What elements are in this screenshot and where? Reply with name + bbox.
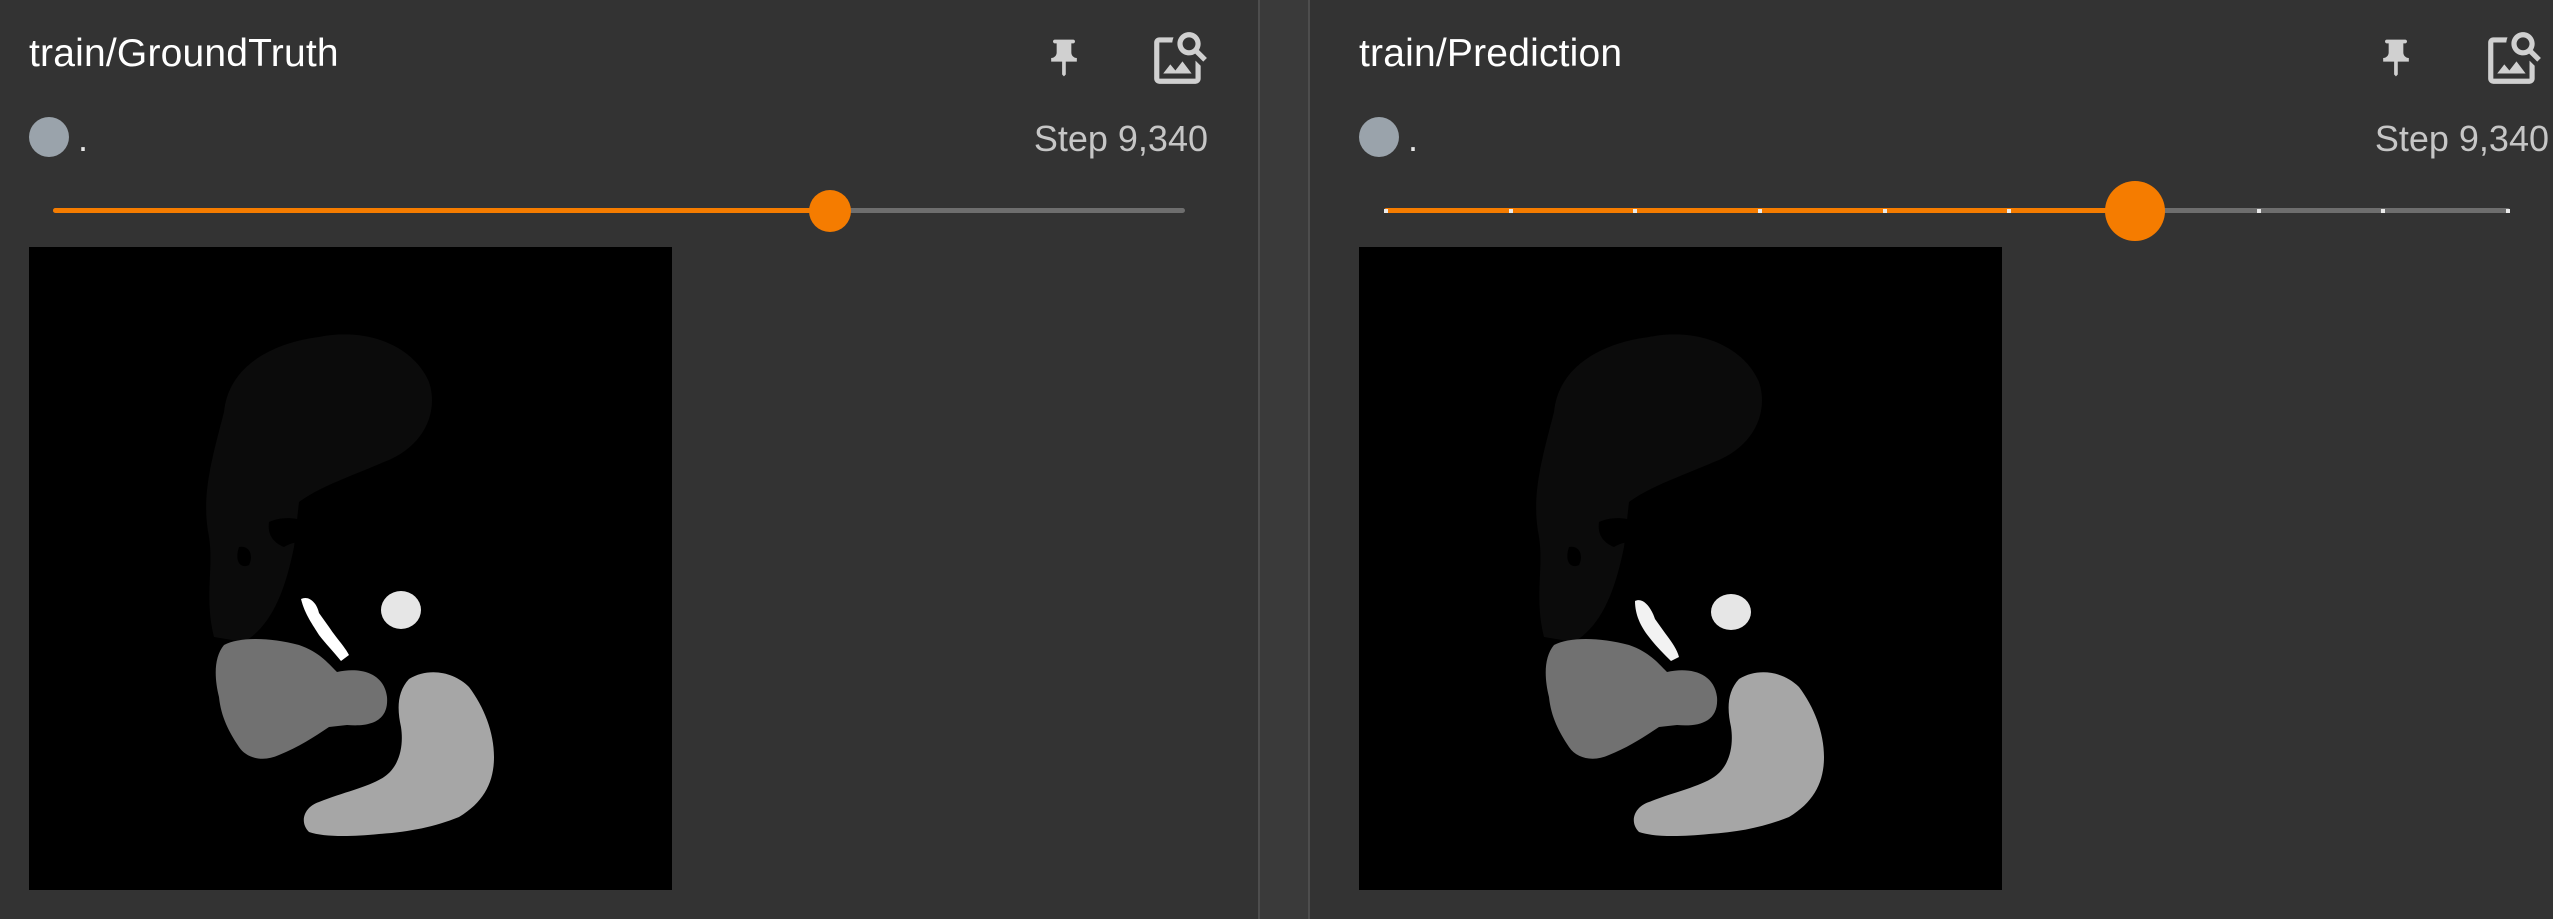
- step-slider[interactable]: [1384, 181, 2510, 241]
- image-card-prediction: train/Prediction . Step 9,340: [1310, 0, 2553, 919]
- image-search-icon: [1154, 32, 1207, 84]
- slider-tick: [2257, 209, 2261, 213]
- pin-icon: [1051, 39, 1077, 77]
- slider-tick: [1883, 209, 1887, 213]
- slider-tick: [1384, 209, 1388, 213]
- run-name: .: [1408, 118, 1419, 159]
- run-name: .: [78, 118, 89, 159]
- slider-thumb[interactable]: [809, 190, 851, 232]
- prediction-segmentation-image[interactable]: [1359, 247, 2002, 890]
- panel-divider-line-left: [1258, 0, 1260, 919]
- slider-tick: [1633, 209, 1637, 213]
- slider-tick: [2381, 209, 2385, 213]
- view-image-button[interactable]: [2482, 24, 2546, 92]
- step-label: Step 9,340: [1033, 118, 1208, 159]
- card-title: train/GroundTruth: [29, 32, 339, 75]
- step-label: Step 9,340: [2374, 118, 2549, 159]
- pin-button[interactable]: [1032, 24, 1096, 92]
- pin-icon: [2383, 39, 2409, 77]
- image-search-icon: [2488, 32, 2541, 84]
- image-card-groundtruth: train/GroundTruth . Step 9,340: [0, 0, 1258, 919]
- slider-tick: [2007, 209, 2011, 213]
- panel-divider: [1258, 0, 1310, 919]
- run-color-dot: [1359, 117, 1399, 157]
- slider-tick: [1509, 209, 1513, 213]
- card-title: train/Prediction: [1359, 32, 1623, 75]
- pin-button[interactable]: [2364, 24, 2428, 92]
- slider-tick: [2506, 209, 2510, 213]
- run-color-dot: [29, 117, 69, 157]
- slider-thumb[interactable]: [2105, 181, 2165, 241]
- view-image-button[interactable]: [1148, 24, 1212, 92]
- slider-tick: [1758, 209, 1762, 213]
- step-slider[interactable]: [53, 190, 1185, 232]
- slider-track-fill: [53, 208, 830, 213]
- groundtruth-segmentation-image[interactable]: [29, 247, 672, 890]
